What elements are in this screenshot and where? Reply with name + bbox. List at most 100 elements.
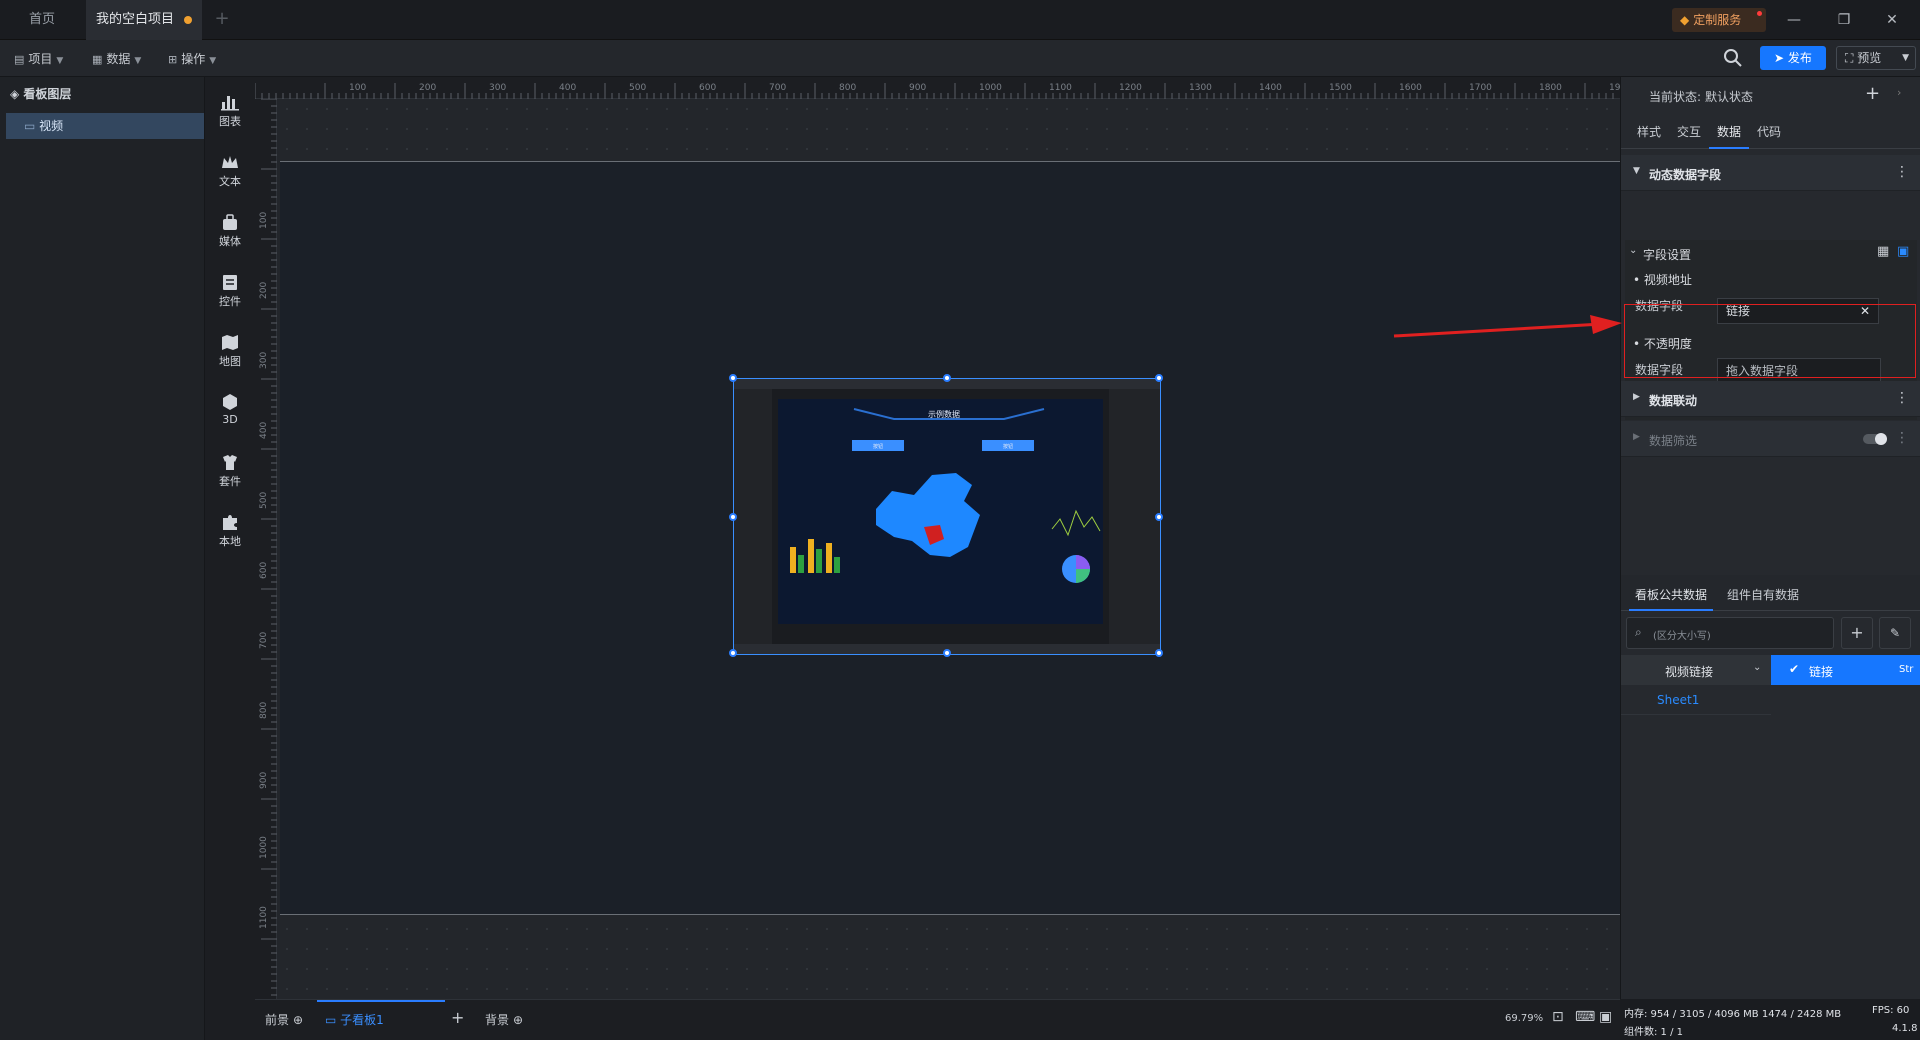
dataset-select[interactable]: 视频链接 ⌄ [1621, 655, 1771, 685]
tab-home[interactable]: 首页 [0, 0, 84, 40]
video-widget[interactable]: 示例数据 按钮 按钮 [729, 374, 1163, 657]
state-value[interactable]: 默认状态 [1705, 88, 1753, 105]
chevron-down-icon[interactable]: ⌄ [1629, 245, 1637, 256]
ruler-top: 100 200 300 400 500 600 700 800 900 1000 1100 1200 1… [254, 77, 1632, 99]
field-item-link[interactable]: ✔ 链接 Str [1771, 655, 1920, 685]
tab-board-public-data[interactable]: 看板公共数据 [1635, 586, 1707, 603]
search-icon[interactable] [1722, 47, 1744, 69]
tab-style[interactable]: 样式 [1637, 123, 1661, 140]
rail-item-map[interactable]: 地图 [205, 325, 255, 375]
add-state-icon[interactable]: + [1865, 83, 1880, 104]
ruler-label: 500 [259, 492, 269, 509]
layer-item-video[interactable]: ▭ 视频 [6, 113, 204, 139]
ruler-label: 900 [259, 772, 269, 789]
rail-item-text[interactable]: 文本 [205, 145, 255, 195]
chevron-right-icon[interactable]: › [1897, 86, 1901, 99]
rail-item-kit[interactable]: 套件 [205, 445, 255, 495]
more-icon[interactable]: ⋮ [1895, 164, 1909, 180]
table-icon[interactable]: ▦ [1877, 244, 1889, 259]
console-icon[interactable]: ▣ [1599, 1009, 1612, 1025]
publish-button[interactable]: ➤ 发布 [1760, 46, 1826, 70]
ruler-label: 600 [259, 562, 269, 579]
chevron-down-icon: ▼ [1902, 53, 1909, 63]
add-board-icon[interactable]: + [451, 1008, 464, 1027]
check-icon: ✔ [1789, 662, 1800, 676]
rail-item-chart[interactable]: 图表 [205, 85, 255, 135]
ruler-label: 1000 [259, 836, 269, 859]
fit-screen-icon[interactable]: ⊡ [1552, 1009, 1564, 1025]
minimize-icon[interactable]: — [1782, 8, 1806, 32]
edit-dataset-button[interactable]: ✎ [1879, 617, 1911, 649]
active-tab-underline [317, 1000, 445, 1002]
menu-project[interactable]: ▤ 项目 ▼ [14, 48, 63, 70]
resize-handle[interactable] [943, 374, 951, 382]
tab-interaction[interactable]: 交互 [1677, 123, 1701, 140]
add-dataset-button[interactable]: + [1841, 617, 1873, 649]
rail-item-3d[interactable]: 3D [205, 385, 255, 435]
text-icon [222, 156, 238, 168]
menu-operate[interactable]: ⊞ 操作 ▼ [168, 48, 216, 70]
ruler-label: 1300 [1189, 83, 1212, 93]
chevron-down-icon: ▼ [209, 56, 217, 66]
close-icon[interactable]: ✕ [1880, 8, 1904, 32]
video-url-label: • 视频地址 [1633, 273, 1692, 287]
tab-sub-board[interactable]: ▭ 子看板1 [325, 1011, 384, 1028]
zoom-level[interactable]: 69.79% [1505, 1013, 1543, 1024]
add-tab-icon[interactable]: + [210, 8, 234, 32]
preview-button[interactable]: ⛶ 预览 ▼ [1836, 46, 1916, 70]
board-tabs-bar: 前景 ⊕ ▭ 子看板1 + 背景 ⊕ 69.79% ⊡ ⌨ ▣ [255, 999, 1620, 1040]
tab-code[interactable]: 代码 [1757, 123, 1781, 140]
add-circle-icon[interactable]: ⊕ [513, 1013, 523, 1027]
rail-item-local[interactable]: 本地 [205, 505, 255, 555]
component-rail: 图表 文本 媒体 控件 地图 3D 套件 本地 [205, 77, 255, 1040]
keyboard-icon[interactable]: ⌨ [1575, 1009, 1595, 1025]
tab-component-data[interactable]: 组件自有数据 [1727, 586, 1799, 603]
resize-handle[interactable] [729, 513, 737, 521]
layers-panel: ◈ 看板图层 ▭ 视频 [0, 77, 205, 1040]
rail-item-media[interactable]: 媒体 [205, 205, 255, 255]
preview-button-a: 按钮 [873, 443, 883, 450]
status-bar: 内存: 954 / 3105 / 4096 MB 1474 / 2428 MB … [1620, 999, 1920, 1040]
section-dynamic-fields[interactable]: ▼ 动态数据字段 ⋮ [1621, 155, 1920, 191]
resize-handle[interactable] [943, 649, 951, 657]
section-data-filter[interactable]: ▶ 数据筛选 ⋮ [1621, 421, 1920, 457]
tab-project[interactable]: 我的空白项目 [86, 0, 202, 40]
tab-foreground[interactable]: 前景 ⊕ [265, 1011, 303, 1028]
tab-data[interactable]: 数据 [1717, 123, 1741, 140]
resize-handle[interactable] [1155, 649, 1163, 657]
memory-status: 内存: 954 / 3105 / 4096 MB 1474 / 2428 MB [1624, 1009, 1842, 1020]
crown-icon: ◆ [1680, 13, 1690, 27]
section-data-linkage[interactable]: ▶ 数据联动 ⋮ [1621, 381, 1920, 417]
add-circle-icon[interactable]: ⊕ [293, 1013, 303, 1027]
field-settings-title: 字段设置 [1643, 248, 1692, 262]
resize-handle[interactable] [1155, 374, 1163, 382]
dataset-search-input[interactable]: ⌕ (区分大小写) [1626, 617, 1834, 649]
ruler-label: 1000 [979, 83, 1002, 93]
menu-data[interactable]: ▦ 数据 ▼ [92, 48, 141, 70]
sheet-item[interactable]: Sheet1 [1621, 685, 1771, 715]
fullscreen-icon: ⛶ [1845, 51, 1858, 65]
filter-toggle[interactable] [1863, 433, 1887, 445]
resize-handle[interactable] [1155, 513, 1163, 521]
ruler-label: 300 [259, 352, 269, 369]
resize-handle[interactable] [729, 374, 737, 382]
resize-handle[interactable] [729, 649, 737, 657]
ruler-label: 1100 [1049, 83, 1072, 93]
version: 4.1.8 [1892, 1023, 1918, 1034]
layers-title: ◈ 看板图层 [10, 87, 72, 101]
restore-icon[interactable]: ❐ [1832, 8, 1856, 32]
more-icon[interactable]: ⋮ [1895, 390, 1909, 406]
ruler-label: 1500 [1329, 83, 1352, 93]
notice-dot-icon [1757, 11, 1762, 16]
ruler-label: 200 [419, 83, 436, 93]
layout-icon[interactable]: ▣ [1897, 244, 1909, 259]
caret-right-icon: ▶ [1633, 392, 1640, 402]
more-icon[interactable]: ⋮ [1895, 430, 1909, 446]
ruler-label: 800 [259, 702, 269, 719]
custom-service-button[interactable]: ◆ 定制服务 [1672, 8, 1766, 32]
tab-background[interactable]: 背景 ⊕ [485, 1011, 523, 1028]
caret-down-icon: ▼ [1633, 166, 1640, 176]
rail-item-control[interactable]: 控件 [205, 265, 255, 315]
chevron-down-icon: ▼ [56, 56, 64, 66]
ruler-left: 100 200 300 400 500 600 700 800 900 1000 1100 [255, 98, 277, 999]
